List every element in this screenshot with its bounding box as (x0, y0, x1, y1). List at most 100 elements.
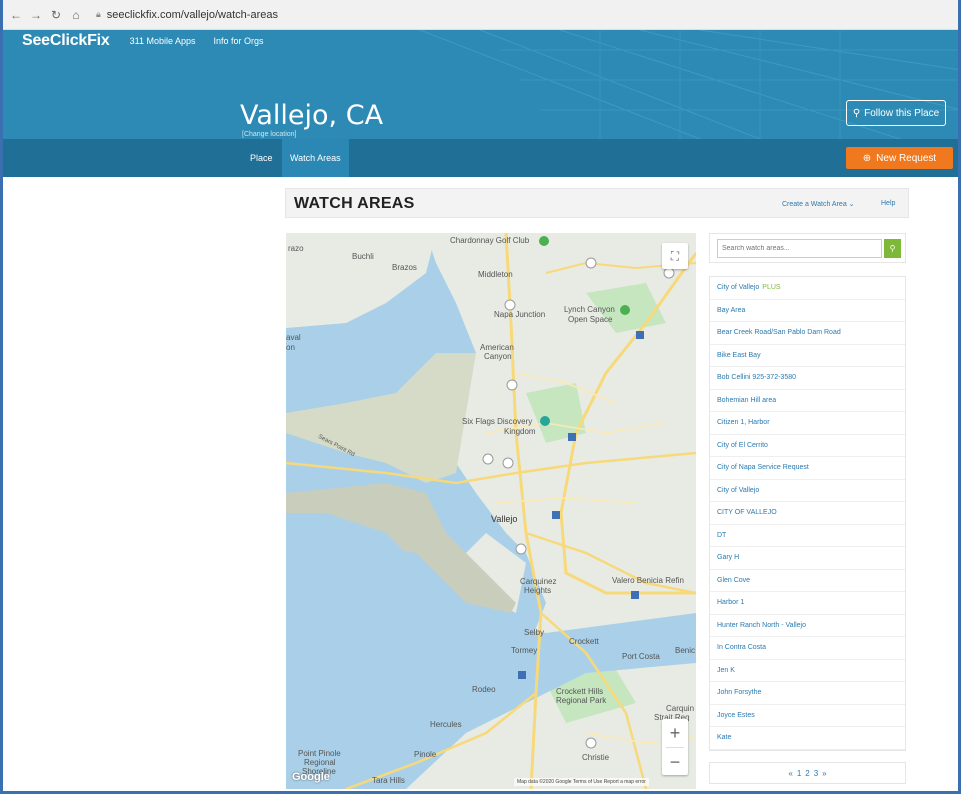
nav-mobile-apps[interactable]: 311 Mobile Apps (130, 36, 196, 46)
map-credits[interactable]: Map data ©2020 Google Terms of Use Repor… (514, 778, 649, 786)
map-label-benicia: Benic (675, 646, 696, 655)
home-icon[interactable]: ⌂ (68, 8, 84, 22)
list-item[interactable]: City of Napa Service Request (710, 457, 905, 480)
sub-nav: Place Watch Areas (0, 139, 961, 177)
list-item-label: City of Vallejo (717, 284, 760, 292)
search-icon[interactable]: ⚲ (884, 239, 901, 258)
search-input[interactable] (717, 239, 882, 258)
watch-area-search: ⚲ (709, 233, 906, 263)
list-item[interactable]: Bike East Bay (710, 345, 905, 367)
address-bar[interactable]: seeclickfix.com/vallejo/watch-areas (107, 9, 278, 21)
place-header: SeeClickFix 311 Mobile Apps Info for Org… (0, 30, 961, 139)
back-icon[interactable]: ← (8, 8, 24, 22)
fullscreen-icon[interactable]: ⛶ (662, 243, 688, 269)
list-item[interactable]: Harbor 1 (710, 592, 905, 615)
lock-icon: 🔒︎ (96, 9, 101, 19)
list-item-label: City of El Cerrito (717, 441, 768, 449)
map-label-canyon: Canyon (484, 352, 512, 361)
new-request-label: New Request (876, 152, 937, 164)
list-item-label: Bohemian Hill area (717, 396, 777, 404)
tab-watch-areas[interactable]: Watch Areas (282, 139, 349, 177)
create-watch-area-link[interactable]: Create a Watch Area ⌄ (782, 200, 855, 208)
zoom-control: + − (662, 719, 688, 775)
list-item[interactable]: City of Vallejo (710, 480, 905, 502)
list-item[interactable]: Joyce Estes (710, 705, 905, 727)
zoom-out-button[interactable]: − (662, 748, 688, 776)
map-label-kingdom: Kingdom (504, 427, 536, 436)
zoom-in-button[interactable]: + (662, 719, 688, 747)
map-label-port-costa: Port Costa (622, 652, 660, 661)
map-label-napa-junction: Napa Junction (494, 310, 546, 319)
nav-info-orgs[interactable]: Info for Orgs (214, 36, 264, 46)
list-item[interactable]: Jen K (710, 660, 905, 682)
map-canvas[interactable] (286, 233, 696, 789)
prev-page-link[interactable]: « (788, 769, 792, 778)
map-label-vallejo: Vallejo (491, 514, 518, 524)
list-item-label: Joyce Estes (717, 711, 755, 719)
reload-icon[interactable]: ↻ (48, 8, 64, 22)
list-item[interactable]: Citizen 1, Harbor (710, 412, 905, 435)
map-label-hercules: Hercules (430, 720, 462, 729)
tab-place[interactable]: Place (242, 139, 281, 177)
chevron-down-icon: ⌄ (848, 201, 855, 208)
list-item[interactable]: Glen Cove (710, 570, 905, 592)
list-item[interactable]: Bear Creek Road/San Pablo Dam Road (710, 322, 905, 345)
list-item-label: Bike East Bay (717, 351, 761, 359)
map-label-american: American (480, 343, 514, 352)
page-link-3[interactable]: 3 (814, 769, 818, 778)
follow-place-button[interactable]: ⚲ Follow this Place (846, 100, 946, 126)
page-link-2[interactable]: 2 (805, 769, 809, 778)
page-link-1[interactable]: 1 (797, 769, 801, 778)
next-page-link[interactable]: » (822, 769, 826, 778)
list-item[interactable]: City of Vallejo PLUS (710, 277, 905, 300)
watch-areas-map[interactable]: Chardonnay Golf Club razo Buchli Brazos … (286, 233, 696, 789)
list-item-label: Bay Area (717, 306, 746, 314)
list-item[interactable]: City of El Cerrito (710, 435, 905, 457)
map-label-naval: aval (286, 333, 301, 342)
list-item-label: John Forsythe (717, 689, 762, 697)
change-location-link[interactable]: [Change location] (242, 131, 296, 138)
map-label-regional-park: Regional Park (556, 696, 607, 705)
map-label-brazos: Brazos (392, 263, 417, 272)
list-item[interactable]: DT (710, 525, 905, 547)
page-title: Vallejo, CA (240, 100, 384, 131)
pagination: « 1 2 3 » (709, 762, 906, 784)
help-link[interactable]: Help (881, 200, 895, 207)
list-item-label: Harbor 1 (717, 599, 745, 607)
list-item[interactable]: CITY OF VALLEJO (710, 502, 905, 525)
map-label-tara-hills: Tara Hills (372, 776, 405, 785)
map-label-middleton: Middleton (478, 270, 513, 279)
map-label-crockett: Crockett (569, 637, 599, 646)
map-label-point-pinole: Point Pinole (298, 749, 341, 758)
list-item[interactable]: In Contra Costa (710, 637, 905, 660)
list-item-label: In Contra Costa (717, 644, 767, 652)
list-item[interactable]: Bohemian Hill area (710, 390, 905, 412)
map-label-on: on (286, 343, 295, 352)
list-item[interactable]: John Forsythe (710, 682, 905, 705)
list-item[interactable]: Bob Cellini 925-372-3580 (710, 367, 905, 390)
map-label-tormey: Tormey (511, 646, 538, 655)
list-item-label: Glen Cove (717, 576, 751, 584)
map-label-carquinez: Carquinez (520, 577, 557, 586)
map-label-pinole: Pinole (414, 750, 437, 759)
top-nav: SeeClickFix 311 Mobile Apps Info for Org… (0, 30, 282, 52)
map-label-crockett-hills: Crockett Hills (556, 687, 604, 696)
list-item[interactable]: Kate (710, 727, 905, 750)
list-item[interactable]: Bay Area (710, 300, 905, 322)
list-item-label: Jen K (717, 666, 735, 674)
list-item-label: CITY OF VALLEJO (717, 509, 777, 517)
google-logo: Google (292, 771, 330, 783)
map-label-lynch: Lynch Canyon (564, 305, 615, 314)
map-label-open-space: Open Space (568, 315, 613, 324)
list-item[interactable]: Hunter Ranch North - Vallejo (710, 615, 905, 637)
map-label-heights: Heights (524, 586, 552, 595)
follow-label: Follow this Place (864, 107, 940, 119)
map-pin-icon: ⚲ (852, 107, 861, 119)
list-item-label: Hunter Ranch North - Vallejo (717, 621, 806, 629)
list-item[interactable]: Gary H (710, 547, 905, 570)
section-header: WATCH AREAS Create a Watch Area ⌄ Help (285, 188, 909, 218)
forward-icon[interactable]: → (28, 8, 44, 22)
section-title: WATCH AREAS (294, 195, 415, 212)
seeclickfix-logo[interactable]: SeeClickFix (22, 32, 110, 50)
new-request-button[interactable]: ⊕ New Request (846, 147, 953, 169)
